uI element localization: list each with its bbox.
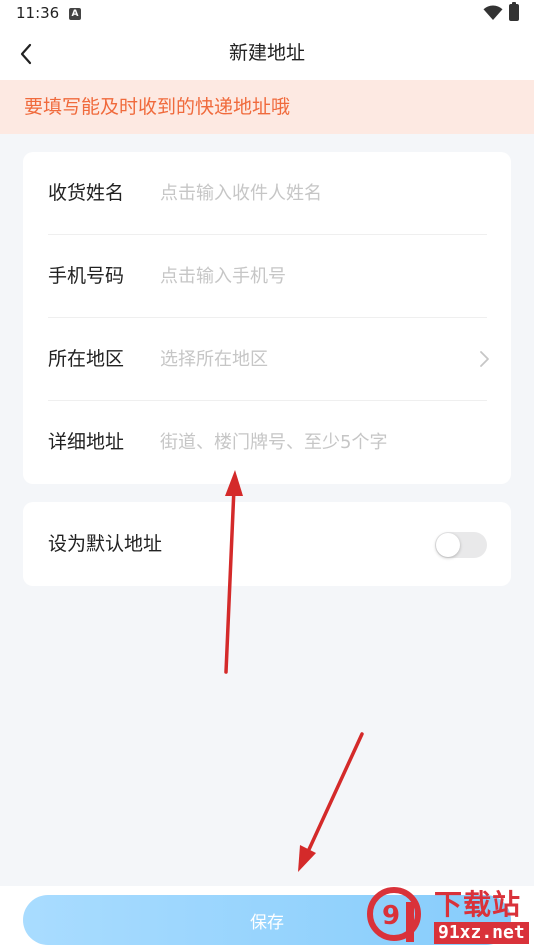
address-form-card: 收货姓名 手机号码 所在地区 选择所在地区 详细地址 [23, 152, 511, 484]
default-address-toggle[interactable] [435, 532, 487, 558]
status-bar: 11:36 A [0, 0, 534, 30]
default-address-card: 设为默认地址 [23, 502, 511, 586]
default-address-label: 设为默认地址 [48, 533, 163, 555]
toggle-knob [436, 533, 460, 557]
form-row-detail: 详细地址 [23, 401, 511, 484]
back-button[interactable] [10, 38, 42, 70]
notice-banner: 要填写能及时收到的快递地址哦 [0, 80, 534, 134]
chevron-right-icon [480, 351, 489, 367]
form-row-name: 收货姓名 [23, 152, 511, 235]
notification-icon: A [69, 8, 81, 20]
name-input[interactable] [160, 172, 480, 214]
region-label: 所在地区 [48, 348, 125, 370]
notice-text: 要填写能及时收到的快递地址哦 [24, 96, 291, 118]
chevron-left-icon [20, 43, 32, 65]
phone-label: 手机号码 [48, 265, 125, 287]
form-row-region[interactable]: 所在地区 选择所在地区 [23, 318, 511, 401]
detail-address-label: 详细地址 [48, 431, 125, 453]
header: 新建地址 [0, 30, 534, 80]
region-select[interactable]: 选择所在地区 [160, 318, 268, 401]
bottom-bar: 保存 [0, 886, 534, 950]
phone-input[interactable] [160, 255, 480, 297]
detail-address-input[interactable] [160, 421, 480, 463]
form-row-phone: 手机号码 [23, 235, 511, 318]
annotation-arrow-down [298, 732, 364, 872]
status-time: 11:36 [16, 4, 60, 22]
wifi-icon [483, 5, 503, 21]
page-title: 新建地址 [228, 42, 305, 64]
name-label: 收货姓名 [48, 182, 125, 204]
save-button[interactable]: 保存 [23, 895, 511, 945]
battery-icon [509, 2, 519, 21]
